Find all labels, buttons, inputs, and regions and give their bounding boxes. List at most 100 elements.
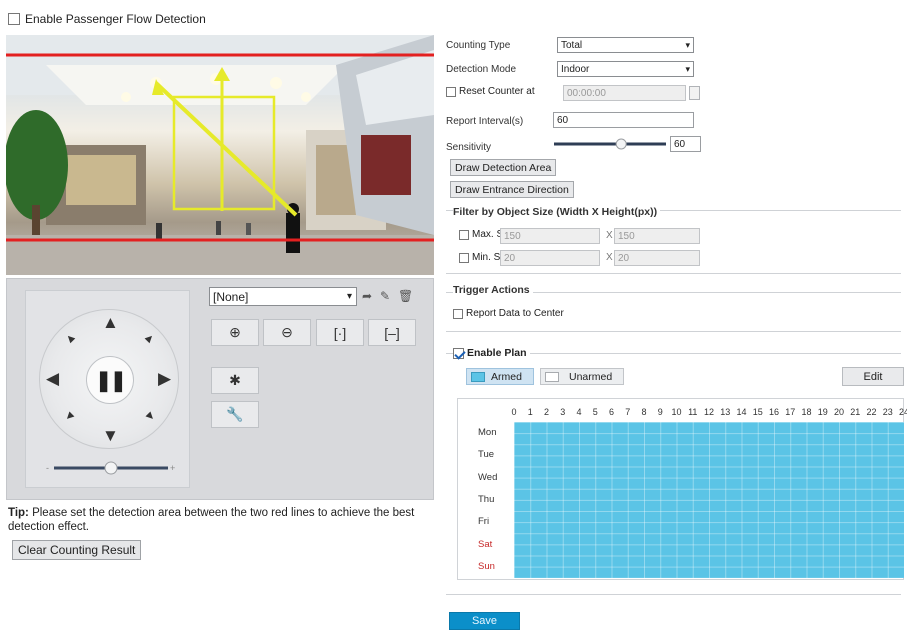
day-label-fri: Fri bbox=[478, 516, 490, 528]
down-right-arrow-icon[interactable]: ▼ bbox=[141, 407, 159, 425]
armed-label: Armed bbox=[491, 370, 522, 383]
light-button[interactable]: ✱ bbox=[211, 367, 259, 394]
min-size-checkbox[interactable] bbox=[459, 252, 469, 263]
clock-icon[interactable] bbox=[689, 86, 700, 100]
up-left-arrow-icon[interactable]: ▲ bbox=[61, 329, 79, 347]
pause-icon: ❚❚ bbox=[95, 369, 126, 392]
hour-label: 5 bbox=[592, 407, 598, 417]
hour-label: 24 bbox=[898, 407, 907, 417]
report-data-checkbox[interactable] bbox=[453, 308, 463, 319]
sensitivity-slider-knob bbox=[615, 138, 627, 150]
focus-near-icon: [·] bbox=[333, 324, 347, 341]
reset-counter-label: Reset Counter at bbox=[459, 86, 535, 97]
reset-counter-time-input[interactable]: 00:00:00 bbox=[563, 85, 686, 101]
save-button[interactable]: Save bbox=[449, 612, 520, 630]
right-arrow-icon[interactable]: ▶ bbox=[158, 370, 171, 387]
schedule-table: 0 1 2 3 4 5 6 7 8 9 10 11 12 13 14 15 16 17 18 19 20 21 22 23 24… bbox=[457, 398, 907, 580]
ptz-speed-slider[interactable]: - + bbox=[46, 461, 176, 475]
counting-type-value: Total bbox=[561, 39, 583, 51]
sensitivity-label: Sensitivity bbox=[446, 142, 492, 153]
zoom-out-icon: ⊖ bbox=[281, 324, 293, 340]
unarmed-button[interactable]: Unarmed bbox=[540, 368, 624, 385]
detection-mode-value: Indoor bbox=[561, 63, 590, 75]
zoom-in-icon: ⊕ bbox=[229, 324, 241, 340]
unarmed-swatch bbox=[545, 371, 559, 382]
detection-mode-select[interactable]: Indoor ▾ bbox=[557, 61, 694, 77]
up-arrow-icon[interactable]: ▲ bbox=[102, 314, 119, 331]
enable-plan-row[interactable]: Enable Plan bbox=[453, 347, 530, 359]
sensitivity-input[interactable]: 60 bbox=[670, 136, 701, 152]
live-video-view[interactable] bbox=[6, 35, 434, 275]
hour-label: 13 bbox=[720, 407, 731, 417]
edit-plan-button[interactable]: Edit bbox=[842, 367, 904, 386]
edit-preset-icon[interactable]: ✎ bbox=[380, 289, 390, 303]
enable-passenger-flow-checkbox[interactable] bbox=[8, 13, 20, 25]
go-to-preset-icon[interactable]: ➦ bbox=[362, 289, 372, 303]
counting-type-select[interactable]: Total ▾ bbox=[557, 37, 694, 53]
enable-plan-checkbox[interactable] bbox=[453, 347, 464, 359]
max-size-checkbox[interactable] bbox=[459, 229, 469, 240]
enable-passenger-flow-label: Enable Passenger Flow Detection bbox=[25, 12, 206, 26]
hour-label: 3 bbox=[560, 407, 566, 417]
day-label-sun: Sun bbox=[478, 560, 495, 572]
draw-detection-area-button[interactable]: Draw Detection Area bbox=[450, 159, 557, 176]
hour-label: 1 bbox=[527, 407, 533, 417]
hour-label: 7 bbox=[625, 407, 631, 417]
reset-counter-row[interactable]: Reset Counter at bbox=[446, 86, 535, 97]
hour-label: 21 bbox=[850, 407, 861, 417]
report-data-row[interactable]: Report Data to Center bbox=[453, 308, 564, 319]
report-interval-input[interactable]: 60 bbox=[553, 112, 694, 128]
day-label-sat: Sat bbox=[478, 538, 493, 550]
counting-type-label: Counting Type bbox=[446, 40, 511, 51]
hour-label: 15 bbox=[752, 407, 763, 417]
schedule-grid[interactable] bbox=[514, 422, 904, 578]
max-size-width-input[interactable]: 150 bbox=[500, 228, 600, 244]
delete-preset-icon[interactable]: 🗑 bbox=[398, 289, 413, 303]
min-size-height-input[interactable]: 20 bbox=[614, 250, 700, 266]
svg-text:+: + bbox=[170, 463, 175, 473]
hour-label: 2 bbox=[543, 407, 549, 417]
hour-label: 4 bbox=[576, 407, 582, 417]
preset-select[interactable]: [None] ▾ bbox=[209, 287, 357, 306]
hour-label: 19 bbox=[817, 407, 828, 417]
down-arrow-icon[interactable]: ▼ bbox=[102, 427, 119, 444]
down-left-arrow-icon[interactable]: ▼ bbox=[61, 407, 79, 425]
hour-label: 6 bbox=[608, 407, 614, 417]
zoom-out-button[interactable]: ⊖ bbox=[263, 319, 311, 346]
sensitivity-slider[interactable] bbox=[552, 137, 668, 151]
focus-far-button[interactable]: [–] bbox=[368, 319, 416, 346]
armed-swatch bbox=[471, 371, 485, 382]
times-symbol: X bbox=[606, 230, 613, 241]
tip-text: Tip: Please set the detection area betwe… bbox=[8, 506, 428, 534]
ptz-direction-pad: ▲ ▼ ◀ ▶ ▲ ▲ ▼ ▼ ❚❚ - + bbox=[25, 290, 190, 488]
up-right-arrow-icon[interactable]: ▲ bbox=[141, 329, 159, 347]
hour-label: 16 bbox=[768, 407, 779, 417]
focus-far-icon: [–] bbox=[384, 324, 400, 341]
max-size-height-input[interactable]: 150 bbox=[614, 228, 700, 244]
wiper-icon: 🔧 bbox=[226, 406, 244, 422]
chevron-down-icon: ▾ bbox=[685, 39, 690, 50]
zoom-in-button[interactable]: ⊕ bbox=[211, 319, 259, 346]
hour-label: 18 bbox=[801, 407, 812, 417]
wiper-button[interactable]: 🔧 bbox=[211, 401, 259, 428]
day-label-mon: Mon bbox=[478, 427, 497, 438]
light-icon: ✱ bbox=[229, 372, 241, 388]
detection-mode-label: Detection Mode bbox=[446, 64, 517, 75]
hour-label: 10 bbox=[671, 407, 682, 417]
focus-near-button[interactable]: [·] bbox=[316, 319, 364, 346]
armed-button[interactable]: Armed bbox=[466, 368, 534, 385]
video-scene bbox=[6, 35, 434, 275]
day-label-wed: Wed bbox=[478, 471, 498, 483]
enable-passenger-flow-row[interactable]: Enable Passenger Flow Detection bbox=[8, 12, 206, 26]
reset-counter-checkbox[interactable] bbox=[446, 86, 456, 97]
hour-label: 14 bbox=[736, 407, 747, 417]
hour-label: 11 bbox=[688, 407, 698, 417]
left-arrow-icon[interactable]: ◀ bbox=[46, 370, 59, 387]
min-size-width-input[interactable]: 20 bbox=[500, 250, 600, 266]
svg-text:-: - bbox=[46, 463, 49, 473]
report-data-label: Report Data to Center bbox=[466, 308, 564, 319]
tip-prefix: Tip: bbox=[8, 507, 29, 519]
pause-button[interactable]: ❚❚ bbox=[86, 356, 134, 404]
draw-entrance-direction-button[interactable]: Draw Entrance Direction bbox=[450, 181, 574, 198]
clear-counting-result-button[interactable]: Clear Counting Result bbox=[12, 540, 142, 560]
